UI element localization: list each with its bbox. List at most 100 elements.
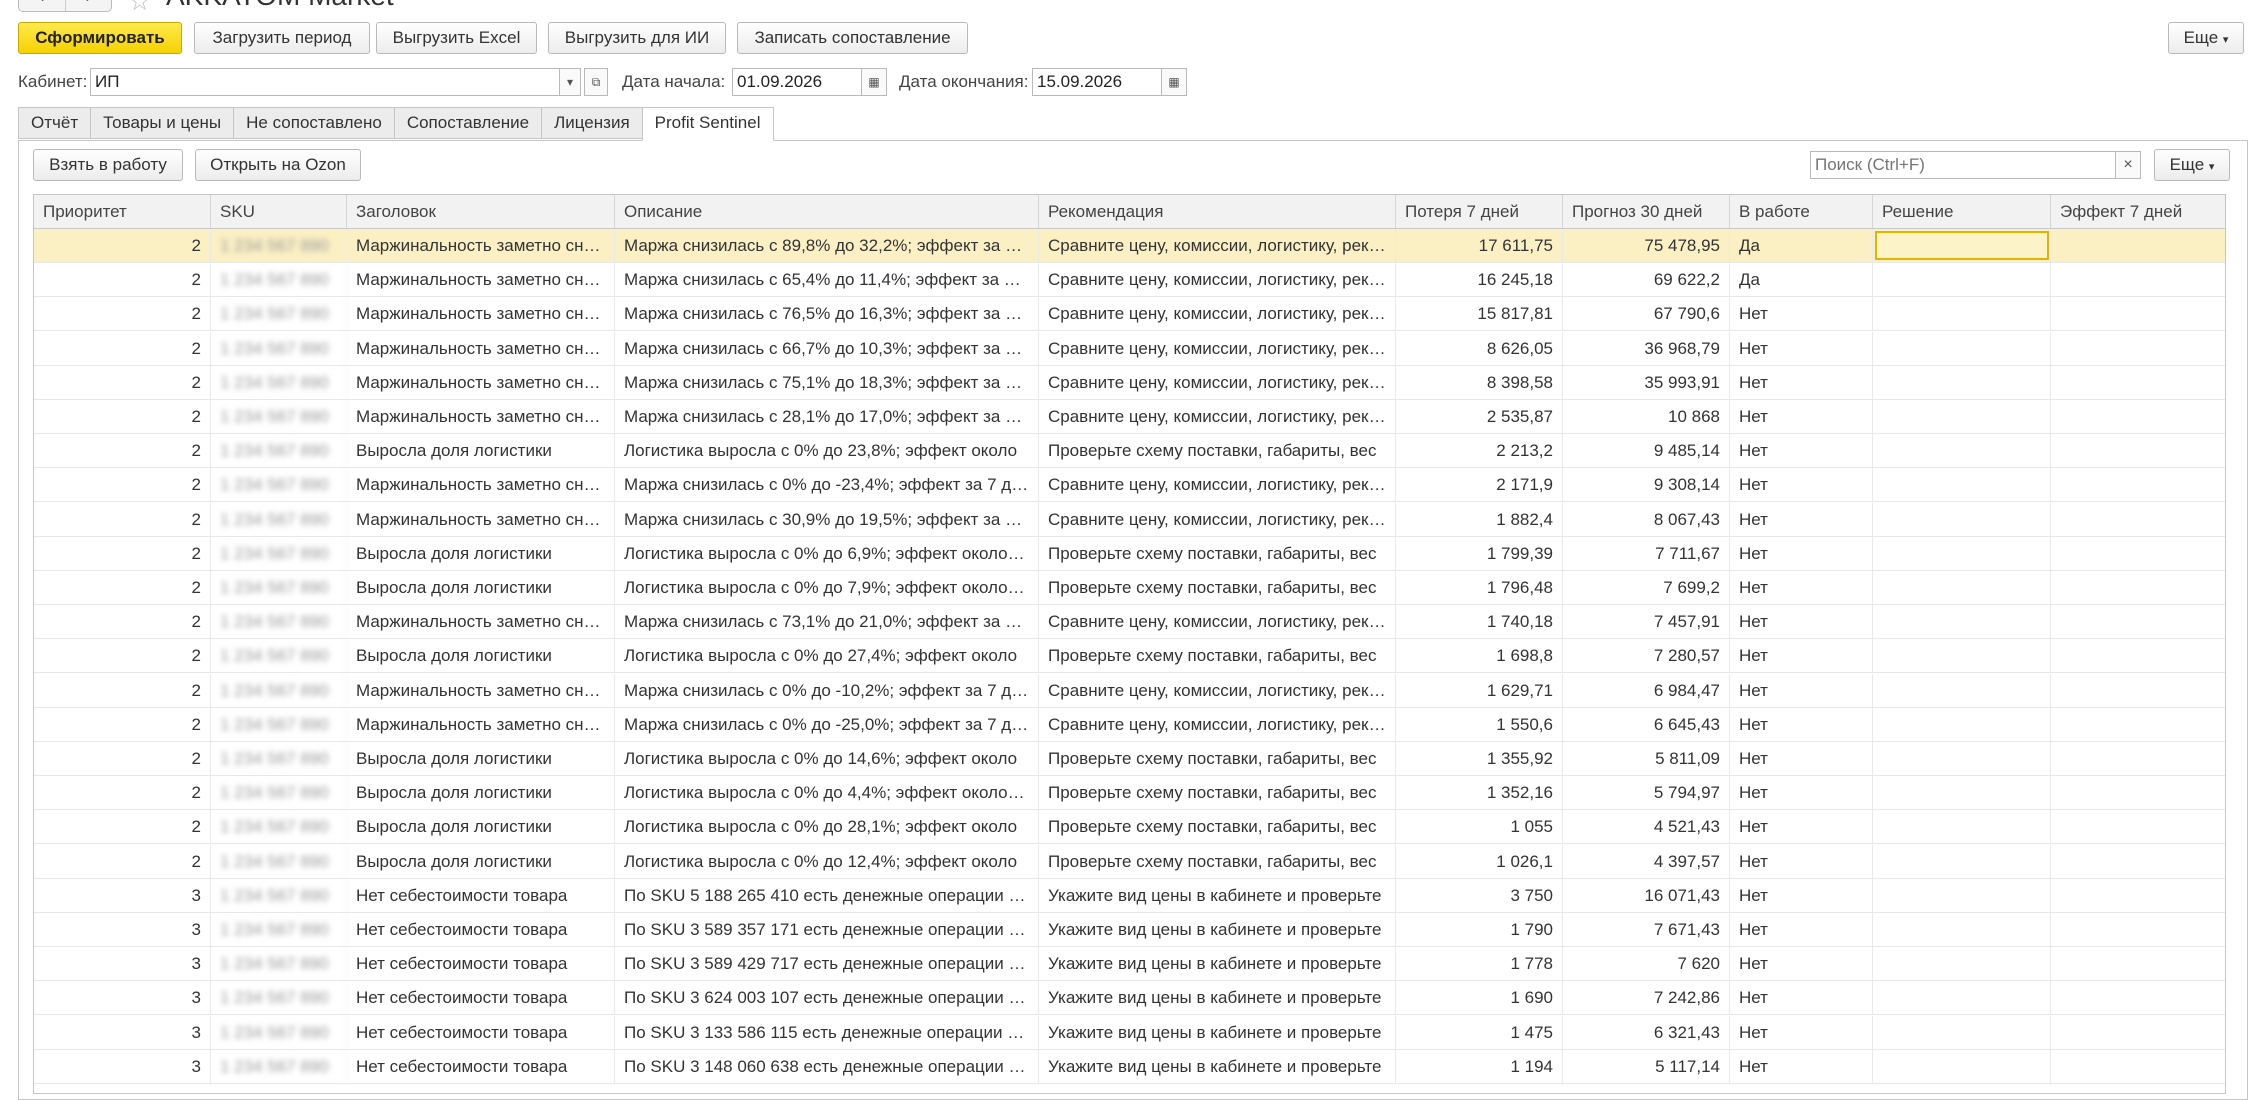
form-button[interactable]: Сформировать [18,22,182,54]
table-row[interactable]: 31 234 567 890 Нет себестоимости товара По… [34,947,2225,982]
cabinet-field[interactable]: ИП [90,68,560,96]
open-ozon-button[interactable]: Открыть на Ozon [195,149,361,181]
cell-decision[interactable] [1873,331,2051,365]
cell-decision[interactable] [1873,297,2051,331]
tab-unmatched[interactable]: Не сопоставлено [233,107,394,139]
calendar-icon[interactable]: ▦ [1161,68,1187,96]
forward-button[interactable]: › [64,0,112,11]
table-row[interactable]: 21 234 567 890 Выросла доля логистики Логи… [34,571,2225,605]
cell-decision[interactable] [1873,707,2051,741]
table-row[interactable]: 21 234 567 890 Маржинальность заметно сни… [34,502,2225,537]
dropdown-arrow-icon[interactable]: ▾ [559,68,581,96]
cell-decision[interactable] [1873,742,2051,775]
column-header-recommendation[interactable]: Рекомендация [1039,195,1396,228]
cell-decision[interactable] [1873,263,2051,297]
cell-decision[interactable] [1873,502,2051,536]
tab-profit-sentinel[interactable]: Profit Sentinel [641,107,774,141]
load-period-button[interactable]: Загрузить период [194,22,370,54]
table-row[interactable]: 21 234 567 890 Маржинальность заметно сни… [34,707,2225,742]
take-to-work-button[interactable]: Взять в работу [33,149,183,181]
export-excel-button[interactable]: Выгрузить Excel [376,22,537,54]
column-header-sku[interactable]: SKU [211,195,347,228]
search-input[interactable] [1810,151,2116,179]
cell-priority: 2 [34,571,211,604]
cell-decision[interactable] [1873,673,2051,707]
table-row[interactable]: 21 234 567 890 Маржинальность заметно сни… [34,297,2225,332]
column-header-priority[interactable]: Приоритет [34,195,211,228]
tab-products-prices[interactable]: Товары и цены [90,107,234,139]
column-header-title[interactable]: Заголовок [347,195,615,228]
column-header-forecast-30d[interactable]: Прогноз 30 дней [1563,195,1730,228]
cell-decision[interactable] [1873,776,2051,810]
table-row[interactable]: 21 234 567 890 Выросла доля логистики Логи… [34,434,2225,469]
end-date-field[interactable]: 15.09.2026 [1032,68,1162,96]
cell-priority: 2 [34,263,211,297]
panel-more-label: Еще [2169,155,2205,174]
table-row[interactable]: 21 234 567 890 Маржинальность заметно сни… [34,400,2225,434]
cell-decision[interactable] [1873,571,2051,604]
open-form-icon[interactable]: ⧉ [584,68,608,96]
cell-description: По SKU 3 589 357 171 есть денежные опера… [615,913,1039,946]
table-row[interactable]: 21 234 567 890 Выросла доля логистики Логи… [34,536,2225,571]
export-ai-button[interactable]: Выгрузить для ИИ [548,22,726,54]
column-header-description[interactable]: Описание [615,195,1039,228]
cell-decision[interactable] [1873,365,2051,399]
table-row[interactable]: 21 234 567 890 Выросла доля логистики Логи… [34,776,2225,811]
cell-decision[interactable] [1873,913,2051,946]
cell-decision[interactable] [1873,468,2051,502]
decision-cell-editor[interactable] [1875,231,2049,260]
column-header-decision[interactable]: Решение [1873,195,2051,228]
cell-decision[interactable] [1873,981,2051,1015]
cell-decision[interactable] [1873,605,2051,639]
cell-decision[interactable] [1873,844,2051,878]
back-button[interactable]: ‹ [19,0,65,11]
calendar-icon[interactable]: ▦ [861,68,887,96]
cell-description: Маржа снизилась с 65,4% до 11,4%; эффект… [615,263,1039,297]
table-row[interactable]: 21 234 567 890 Выросла доля логистики Логи… [34,639,2225,674]
table-row[interactable]: 21 234 567 890 Выросла доля логистики Логи… [34,844,2225,879]
cell-decision[interactable] [1873,810,2051,844]
table-row[interactable]: 31 234 567 890 Нет себестоимости товара По… [34,878,2225,913]
table-row[interactable]: 21 234 567 890 Маржинальность заметно сни… [34,331,2225,366]
cell-decision[interactable] [1873,1015,2051,1049]
cell-decision[interactable] [1873,639,2051,673]
cell-decision[interactable] [1873,878,2051,912]
column-header-effect-7d[interactable]: Эффект 7 дней [2051,195,2225,228]
cell-sku: 1 234 567 890 [211,605,347,639]
table-row[interactable]: 21 234 567 890 Маржинальность заметно сни… [34,673,2225,708]
cell-decision[interactable] [1873,1049,2051,1083]
cell-forecast-30d: 7 620 [1563,947,1730,981]
table-row[interactable]: 21 234 567 890 Выросла доля логистики Логи… [34,742,2225,776]
table-row[interactable]: 31 234 567 890 Нет себестоимости товара По… [34,1015,2225,1050]
panel-more-button[interactable]: Еще ▾ [2154,149,2230,181]
cell-recommendation: Сравните цену, комиссии, логистику, рекл… [1039,263,1396,297]
table-row[interactable]: 21 234 567 890 Маржинальность заметно сни… [34,229,2225,263]
cell-sku: 1 234 567 890 [211,502,347,536]
cell-decision[interactable] [1873,400,2051,433]
clear-search-icon[interactable]: × [2115,151,2141,179]
cell-decision[interactable] [1873,947,2051,981]
cell-title: Выросла доля логистики [347,810,615,844]
table-row[interactable]: 21 234 567 890 Маржинальность заметно сни… [34,605,2225,640]
write-match-button[interactable]: Записать сопоставление [737,22,968,54]
tab-report[interactable]: Отчёт [18,107,91,139]
table-row[interactable]: 21 234 567 890 Маржинальность заметно сни… [34,468,2225,503]
table-row[interactable]: 21 234 567 890 Маржинальность заметно сни… [34,263,2225,298]
column-header-in-work[interactable]: В работе [1730,195,1873,228]
cell-in-work: Нет [1730,605,1873,639]
cell-priority: 2 [34,434,211,468]
table-row[interactable]: 31 234 567 890 Нет себестоимости товара По… [34,913,2225,947]
start-date-field[interactable]: 01.09.2026 [732,68,862,96]
cell-decision[interactable] [1873,536,2051,570]
cell-effect-7d [2051,776,2225,809]
table-row[interactable]: 31 234 567 890 Нет себестоимости товара По… [34,981,2225,1016]
table-row[interactable]: 21 234 567 890 Маржинальность заметно сни… [34,365,2225,400]
table-row[interactable]: 31 234 567 890 Нет себестоимости товара По… [34,1049,2225,1084]
table-row[interactable]: 21 234 567 890 Выросла доля логистики Логи… [34,810,2225,845]
tab-matching[interactable]: Сопоставление [393,107,542,139]
tab-license[interactable]: Лицензия [541,107,642,139]
more-menu-button[interactable]: Еще ▾ [2168,22,2244,54]
cell-decision[interactable] [1873,434,2051,468]
favorite-star-icon[interactable]: ☆ [128,0,151,14]
column-header-loss-7d[interactable]: Потеря 7 дней [1396,195,1563,228]
